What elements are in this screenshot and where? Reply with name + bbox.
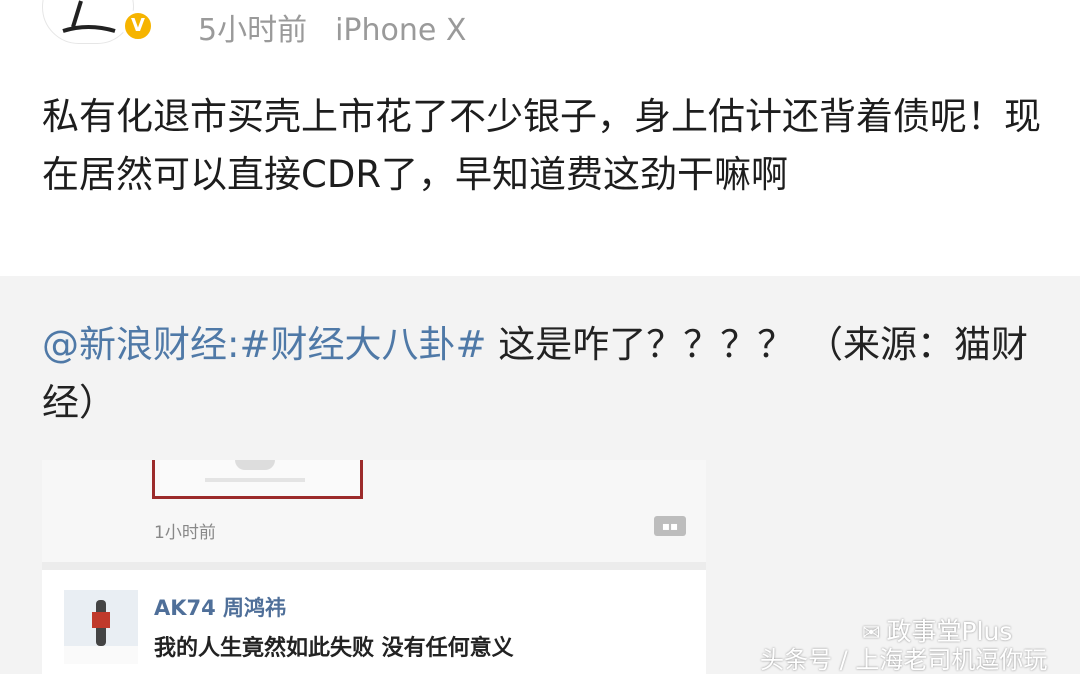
comment-card: AK74 周鸿祎 我的人生竟然如此失败 没有任何意义 — [42, 570, 706, 674]
topic-link[interactable]: #财经大八卦# — [239, 323, 486, 366]
embedded-screenshot[interactable]: 1小时前 ▪▪ AK74 周鸿祎 我的人生竟然如此失败 没有任何意义 — [42, 460, 706, 674]
repost-text: @新浪财经:#财经大八卦# 这是咋了？？？？ （来源：猫财经） — [42, 316, 1042, 432]
post-header: V 5小时前 iPhone X — [0, 0, 1080, 60]
embedded-image-frame — [152, 460, 363, 499]
divider — [42, 562, 706, 570]
watermark-line2: 头条号 / 上海老司机逗你玩 — [760, 646, 1048, 674]
verified-badge: V — [122, 10, 154, 42]
comment-author[interactable]: AK74 周鸿祎 — [154, 592, 286, 622]
comment-thumbnail — [64, 590, 138, 664]
post-source[interactable]: iPhone X — [335, 13, 466, 48]
avatar[interactable] — [42, 0, 134, 44]
post-time: 5小时前 — [198, 13, 308, 48]
comment-icon[interactable]: ▪▪ — [654, 516, 686, 536]
avatar-drawing-icon — [62, 0, 116, 33]
mention-link[interactable]: @新浪财经: — [42, 323, 239, 366]
embedded-time: 1小时前 — [154, 523, 216, 543]
post-text: 私有化退市买壳上市花了不少银子，身上估计还背着债呢！现在居然可以直接CDR了，早… — [42, 95, 1041, 196]
post-meta: 5小时前 iPhone X — [198, 5, 466, 49]
comment-text: 我的人生竟然如此失败 没有任何意义 — [154, 636, 514, 661]
